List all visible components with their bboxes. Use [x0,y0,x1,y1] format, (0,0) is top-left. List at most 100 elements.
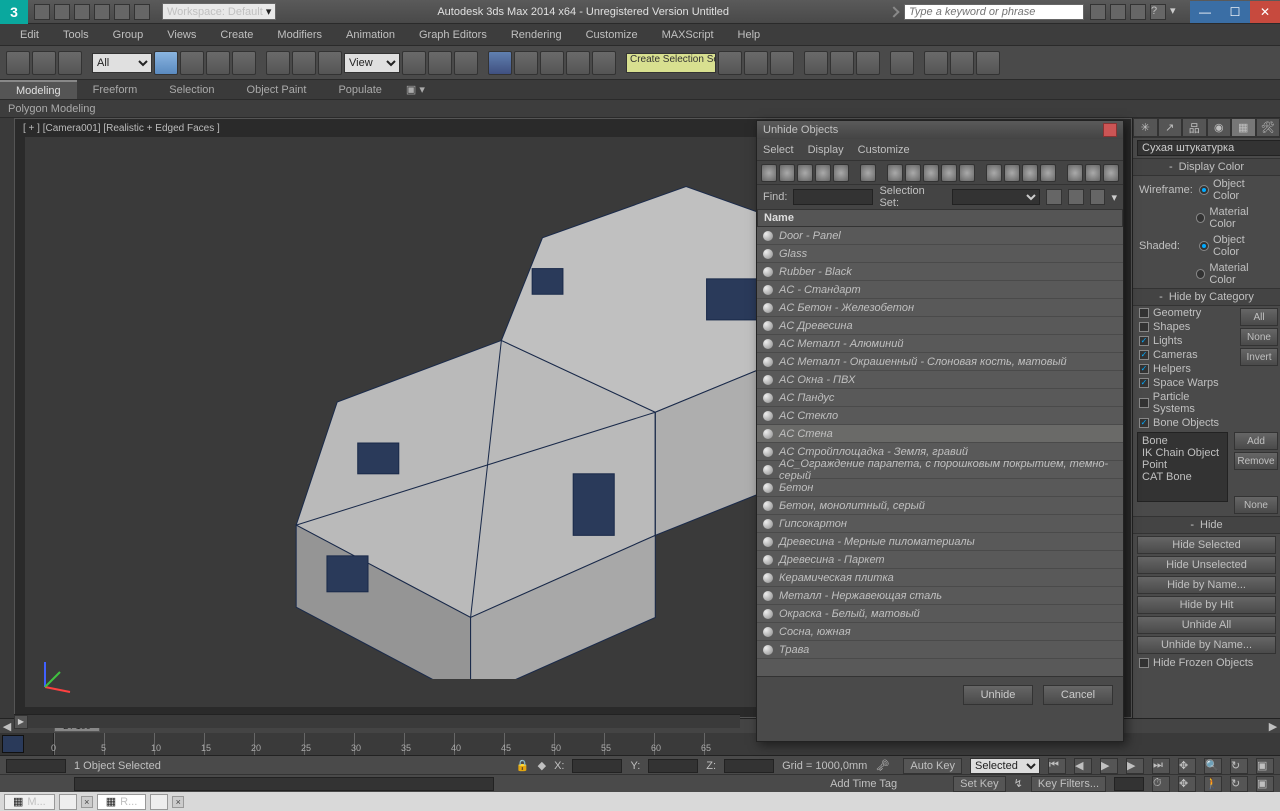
window-crossing-icon[interactable] [232,51,256,75]
maxscript-mini-icon[interactable] [6,759,66,773]
filter-bones-icon[interactable] [923,164,939,182]
select-none-icon[interactable] [1004,164,1020,182]
render-production-icon[interactable] [976,51,1000,75]
view-tree-icon[interactable] [1085,164,1101,182]
list-item[interactable]: Керамическая плитка [757,569,1123,587]
selection-lock-icon[interactable] [592,51,616,75]
cancel-button[interactable]: Cancel [1043,685,1113,705]
link-tool-icon[interactable] [58,51,82,75]
list-item[interactable]: AC_Ограждение парапета, с порошковым пок… [757,461,1123,479]
subscription-icon[interactable] [1090,4,1106,20]
bone-list-item[interactable]: Bone [1142,435,1223,447]
list-item[interactable]: AC Пандус [757,389,1123,407]
current-frame-field[interactable] [1114,777,1144,791]
rotate-tool-icon[interactable] [292,51,316,75]
bone-type-list[interactable]: BoneIK Chain ObjectPointCAT Bone [1137,432,1228,502]
list-item[interactable]: Glass [757,245,1123,263]
y-field[interactable] [648,759,698,773]
mirror-tool-icon[interactable] [718,51,742,75]
ribbon-expand-icon[interactable]: ▣ ▾ [398,80,433,99]
category-checkbox[interactable]: ✓ [1139,418,1149,428]
keyfilters-button[interactable]: Key Filters... [1031,776,1106,792]
category-checkbox[interactable]: ✓ [1139,378,1149,388]
viewport-label[interactable]: [ + ] [Camera001] [Realistic + Edged Fac… [23,123,220,134]
list-item[interactable]: Гипсокартон [757,515,1123,533]
filter-frozen-icon[interactable] [959,164,975,182]
display-color-rollout[interactable]: - Display Color [1133,158,1280,176]
nav-orbit-icon[interactable]: ↻ [1230,758,1248,774]
hide-action-button[interactable]: Hide by Hit [1137,596,1276,614]
shaded-material-radio[interactable] [1196,269,1206,279]
exchange-icon[interactable] [1110,4,1126,20]
menu-animation[interactable]: Animation [334,29,407,41]
trackbar-collapse[interactable]: ▶ [14,714,740,728]
select-children-icon[interactable] [1040,164,1056,182]
filter-shapes-icon[interactable] [779,164,795,182]
select-all-icon[interactable] [986,164,1002,182]
selset-remove-icon[interactable] [1068,189,1084,205]
align-tool-icon[interactable] [744,51,768,75]
nav-pan2-icon[interactable]: ✥ [1178,776,1196,792]
hide-rollout[interactable]: - Hide [1133,516,1280,534]
cat-none-button[interactable]: None [1240,328,1278,346]
trackbar-mini-icon[interactable] [2,735,24,753]
unhide-button[interactable]: Unhide [963,685,1033,705]
menu-modifiers[interactable]: Modifiers [265,29,334,41]
favorites-icon[interactable] [1130,4,1146,20]
selset-replace-icon[interactable] [1090,189,1106,205]
menu-rendering[interactable]: Rendering [499,29,574,41]
tab-freeform[interactable]: Freeform [77,80,154,99]
cat-invert-button[interactable]: Invert [1240,348,1278,366]
scale-tool-icon[interactable] [318,51,342,75]
snap-toggle-icon[interactable] [488,51,512,75]
filter-lights-icon[interactable] [797,164,813,182]
wireframe-object-radio[interactable] [1199,185,1209,195]
modify-panel-icon[interactable]: ↗ [1158,118,1183,137]
named-selection-dropdown[interactable]: Create Selection Se [626,53,716,73]
display-panel-icon[interactable]: ▦ [1231,118,1256,137]
list-item[interactable]: AC Стекло [757,407,1123,425]
curve-editor-icon[interactable] [830,51,854,75]
prev-frame-icon[interactable]: ◀ [1074,758,1092,774]
hide-category-rollout[interactable]: - Hide by Category [1133,288,1280,306]
bone-list-item[interactable]: Point [1142,459,1223,471]
bone-remove-button[interactable]: Remove [1234,452,1278,470]
tab-modeling[interactable]: Modeling [0,80,77,99]
bone-none-button[interactable]: None [1234,496,1278,514]
list-item[interactable]: Трава [757,641,1123,659]
cat-all-button[interactable]: All [1240,308,1278,326]
key-toggle-icon[interactable]: ↯ [1014,777,1023,790]
percent-snap-icon[interactable] [540,51,564,75]
schematic-view-icon[interactable] [856,51,880,75]
undo-tool-icon[interactable] [6,51,30,75]
selset-expand-icon[interactable]: ▾ [1111,191,1117,204]
z-field[interactable] [724,759,774,773]
list-item[interactable]: AC Древесина [757,317,1123,335]
pivot-center-icon[interactable] [402,51,426,75]
goto-start-icon[interactable]: ⏮ [1048,758,1066,774]
lock-icon[interactable]: 🔒 [516,759,530,772]
dlg-menu-display[interactable]: Display [808,144,844,156]
list-item[interactable]: Бетон [757,479,1123,497]
keyboard-shortcut-icon[interactable] [454,51,478,75]
selection-set-dropdown[interactable] [952,189,1040,205]
view-layer-icon[interactable] [1103,164,1119,182]
chevron-left-icon[interactable] [888,6,899,17]
layers-tool-icon[interactable] [770,51,794,75]
filter-xrefs-icon[interactable] [905,164,921,182]
category-checkbox[interactable]: ✓ [1139,350,1149,360]
taskbar-app-2[interactable]: ▦ R... [97,794,147,810]
object-name-field[interactable] [1137,140,1280,156]
list-item[interactable]: Металл - Нержавеющая сталь [757,587,1123,605]
hide-action-button[interactable]: Hide Selected [1137,536,1276,554]
window-minimize[interactable]: — [1190,1,1220,23]
timeline-prev-icon[interactable]: ◀ [0,720,14,733]
nav-max2-icon[interactable]: ▣ [1256,776,1274,792]
help-icon[interactable]: ? [1150,4,1166,20]
list-item[interactable]: AC Бетон - Железобетон [757,299,1123,317]
prompt-line[interactable] [74,777,494,791]
taskbar-app-1[interactable]: ▦ M... [4,794,55,810]
material-editor-icon[interactable] [890,51,914,75]
tab-object-paint[interactable]: Object Paint [231,80,323,99]
hide-action-button[interactable]: Unhide by Name... [1137,636,1276,654]
